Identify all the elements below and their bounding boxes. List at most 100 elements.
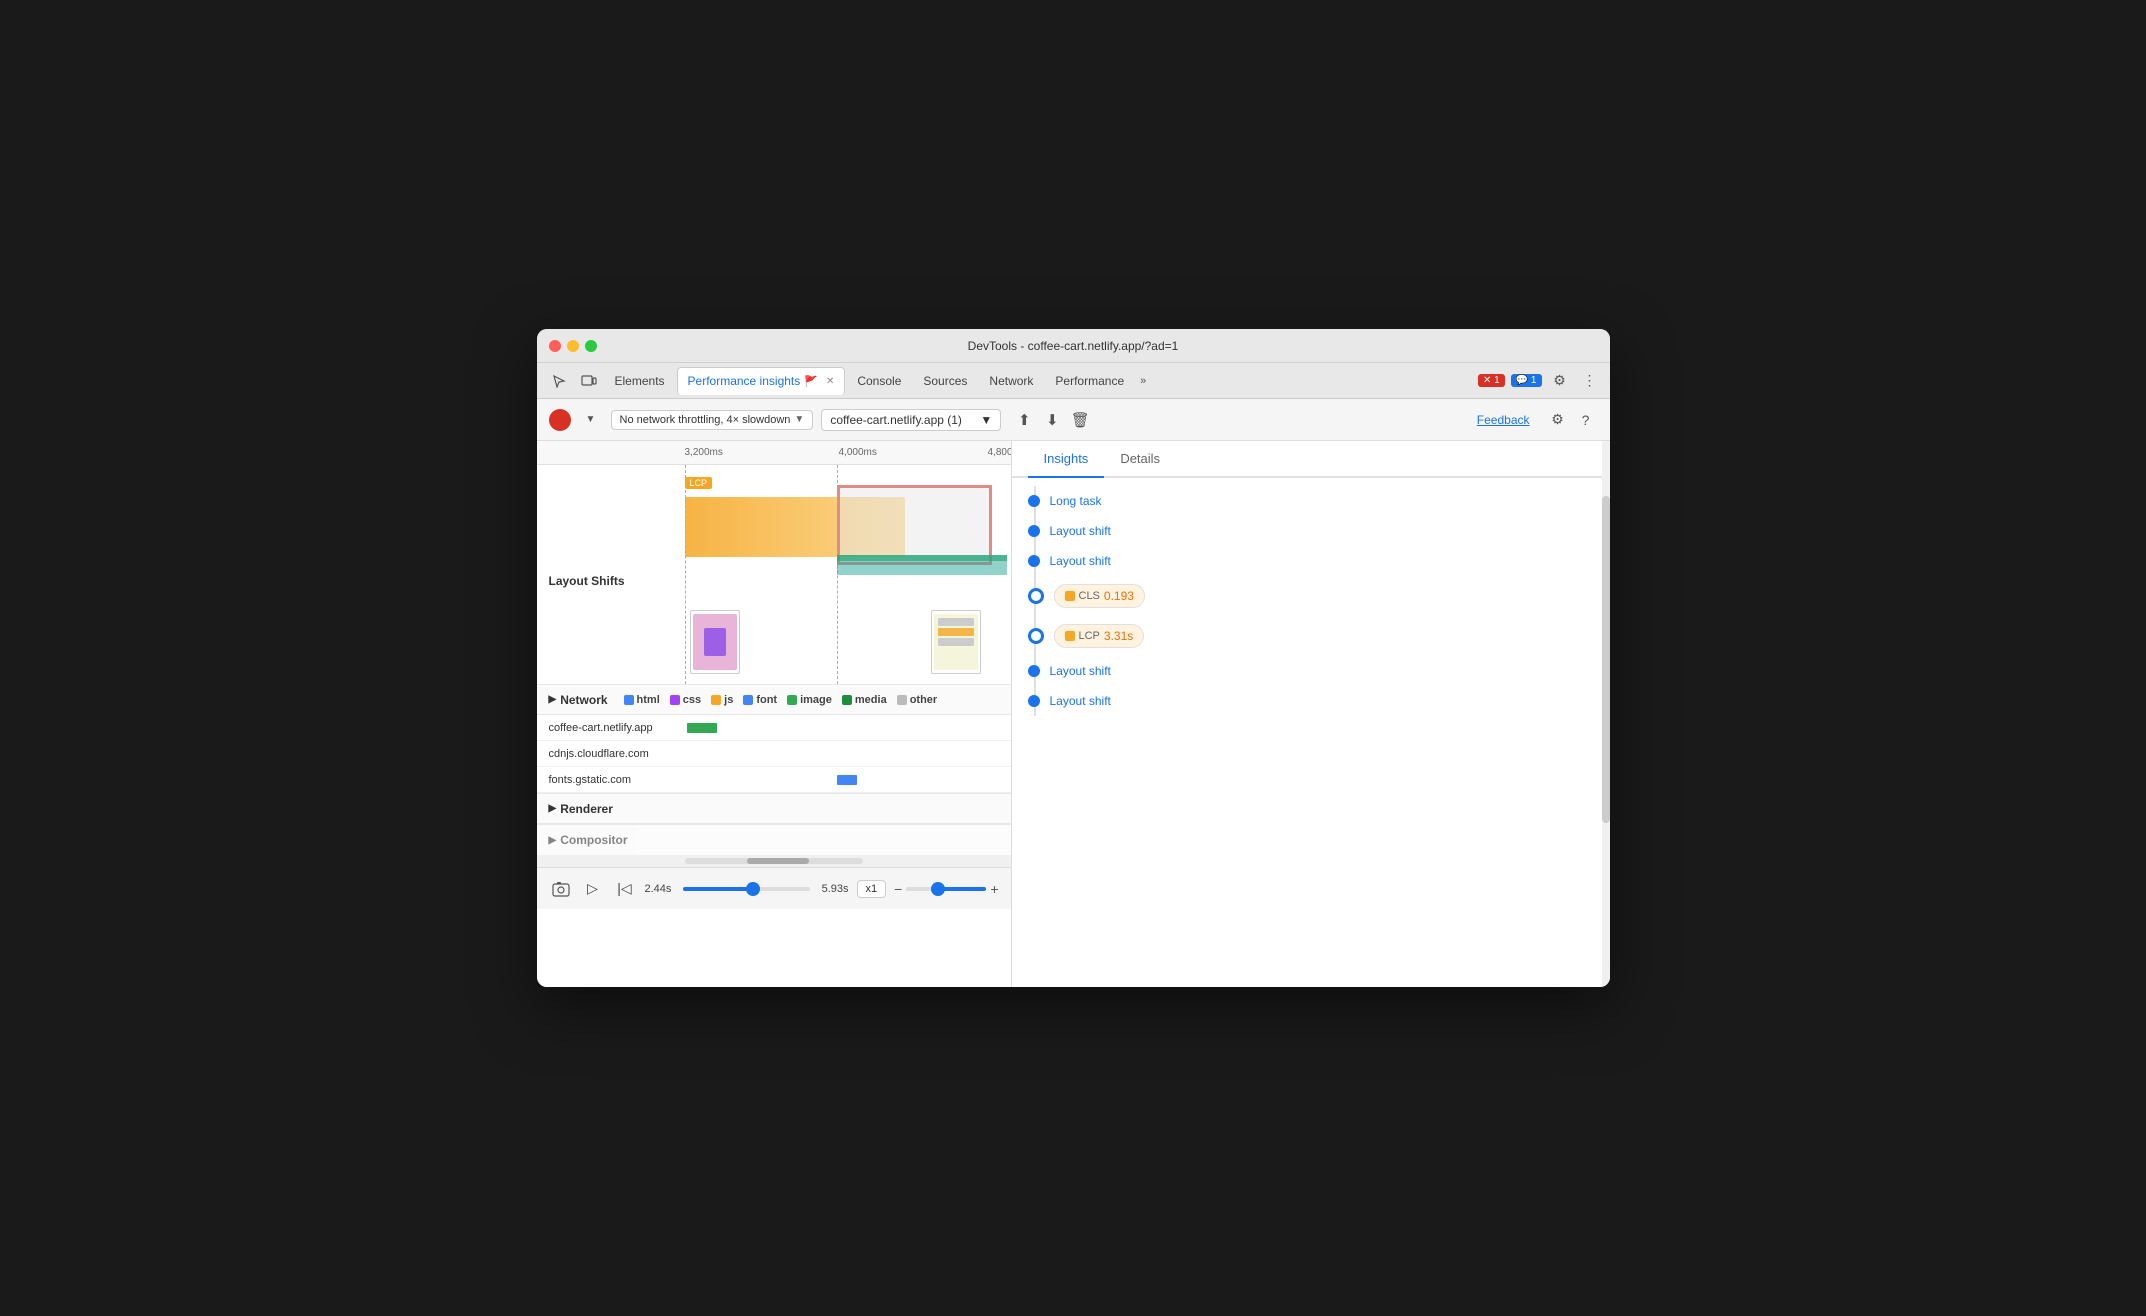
play-icon[interactable]: ▷ [581, 877, 605, 901]
tab-performance-insights[interactable]: Performance insights 🚩 ✕ [677, 367, 846, 395]
toolbar-right-icons: ⚙ ? [1546, 408, 1598, 432]
net-row-2: cdnjs.cloudflare.com [537, 741, 1011, 767]
record-button[interactable] [549, 409, 571, 431]
zoom-slider-track[interactable] [906, 887, 986, 891]
legend-other: other [897, 694, 938, 706]
chevron-down-icon: ▼ [794, 414, 804, 425]
tab-overflow-button[interactable]: » [1136, 375, 1150, 387]
right-panel: Insights Details Long task [1012, 441, 1610, 987]
lcp-badge[interactable]: LCP 3.31s [1054, 624, 1145, 648]
scrollbar-track[interactable] [685, 858, 863, 864]
toolbar-actions: ⬆ ⬇ 🗑 [1013, 409, 1091, 431]
insight-dot [1028, 555, 1040, 567]
net-bar-blue-1 [837, 775, 857, 785]
close-button[interactable] [549, 340, 561, 352]
settings-icon[interactable]: ⚙ [1548, 369, 1572, 393]
import-icon[interactable]: ⬇ [1041, 409, 1063, 431]
zoom-in-icon[interactable]: + [990, 881, 998, 897]
screenshot-icon[interactable] [549, 877, 573, 901]
more-icon[interactable]: ⋮ [1578, 369, 1602, 393]
playback-controls: ▷ |◁ 2.44s 5.93s x1 − + [537, 867, 1011, 909]
renderer-section-header[interactable]: ▶ Renderer [537, 794, 1011, 824]
devtools-window: DevTools - coffee-cart.netlify.app/?ad=1… [537, 329, 1610, 987]
net-row-track-3 [685, 767, 1011, 792]
cls-value: 0.193 [1104, 589, 1134, 603]
cls-badge[interactable]: CLS 0.193 [1054, 584, 1145, 608]
chevron-down-icon: ▼ [980, 413, 992, 427]
legend-js: js [711, 694, 733, 706]
error-badge[interactable]: ✕ 1 [1478, 374, 1505, 387]
insight-dot [1028, 665, 1040, 677]
legend-html: html [624, 694, 660, 706]
right-scrollbar-thumb[interactable] [1602, 496, 1610, 824]
slider-fill [683, 887, 752, 891]
minimize-button[interactable] [567, 340, 579, 352]
long-task-link[interactable]: Long task [1050, 494, 1102, 508]
net-row-label-2: cdnjs.cloudflare.com [537, 748, 685, 760]
legend-css: css [670, 694, 701, 706]
slider-track[interactable] [683, 887, 809, 891]
skip-start-icon[interactable]: |◁ [613, 877, 637, 901]
layout-shift-4-link[interactable]: Layout shift [1050, 694, 1111, 708]
left-panel: 3,200ms 4,000ms 4,800ms Layout Shifts LC… [537, 441, 1012, 987]
window-title: DevTools - coffee-cart.netlify.app/?ad=1 [968, 339, 1179, 353]
layout-shifts-label: Layout Shifts [537, 562, 685, 588]
message-badge[interactable]: 💬 1 [1511, 374, 1542, 387]
scrollbar-thumb[interactable] [747, 858, 809, 864]
cls-label: CLS [1079, 590, 1100, 602]
layout-shift-1-link[interactable]: Layout shift [1050, 524, 1111, 538]
teal-bar [837, 555, 1007, 575]
start-time-label: 2.44s [645, 883, 672, 895]
layout-shift-2-link[interactable]: Layout shift [1050, 554, 1111, 568]
lcp-dot [1028, 628, 1044, 644]
slider-thumb[interactable] [746, 882, 760, 896]
net-row-track-2 [685, 741, 1011, 766]
tab-insights[interactable]: Insights [1028, 441, 1105, 478]
settings-gear-icon[interactable]: ⚙ [1546, 408, 1570, 432]
zoom-controls: − + [894, 881, 998, 897]
net-bar-green-1 [687, 723, 717, 733]
maximize-button[interactable] [585, 340, 597, 352]
cursor-icon[interactable] [545, 367, 573, 395]
lcp-label: LCP [1079, 630, 1100, 642]
device-icon[interactable] [575, 367, 603, 395]
tab-performance[interactable]: Performance [1045, 367, 1134, 395]
feedback-link[interactable]: Feedback [1477, 413, 1530, 427]
renderer-section: ▶ Renderer [537, 794, 1011, 825]
legend-media: media [842, 694, 887, 706]
tab-network[interactable]: Network [979, 367, 1043, 395]
export-icon[interactable]: ⬆ [1013, 409, 1035, 431]
record-arrow-icon[interactable]: ▼ [579, 408, 603, 432]
time-ruler: 3,200ms 4,000ms 4,800ms [537, 441, 1011, 465]
net-row-label-1: coffee-cart.netlify.app [537, 722, 685, 734]
legend-font: font [743, 694, 777, 706]
lcp-value: 3.31s [1104, 629, 1133, 643]
help-icon[interactable]: ? [1574, 408, 1598, 432]
bottom-scrollbar[interactable] [537, 855, 1011, 867]
tab-sources[interactable]: Sources [913, 367, 977, 395]
tab-console[interactable]: Console [847, 367, 911, 395]
tab-close-icon[interactable]: ✕ [826, 376, 834, 387]
zoom-slider-thumb[interactable] [931, 882, 945, 896]
speed-button[interactable]: x1 [857, 880, 887, 898]
playback-slider[interactable] [683, 887, 809, 891]
layout-shift-3-link[interactable]: Layout shift [1050, 664, 1111, 678]
tab-bar: Elements Performance insights 🚩 ✕ Consol… [537, 363, 1610, 399]
compositor-section-header[interactable]: ▶ Compositor [537, 825, 1011, 855]
tab-elements[interactable]: Elements [605, 367, 675, 395]
network-section-header[interactable]: ▶ Network html css [537, 685, 1011, 715]
right-panel-scrollbar[interactable] [1602, 441, 1610, 987]
layout-shifts-row: Layout Shifts LCP [537, 465, 1011, 685]
tab-details[interactable]: Details [1104, 441, 1176, 478]
delete-icon[interactable]: 🗑 [1069, 409, 1091, 431]
url-dropdown[interactable]: coffee-cart.netlify.app (1) ▼ [821, 409, 1001, 431]
network-legend: html css js font [624, 694, 938, 706]
cls-badge-icon [1065, 591, 1075, 601]
time-marker-4800: 4,800ms [988, 447, 1012, 458]
zoom-out-icon[interactable]: − [894, 881, 902, 897]
compositor-expand-icon: ▶ [549, 835, 557, 846]
lcp-badge-icon [1065, 631, 1075, 641]
throttle-dropdown[interactable]: No network throttling, 4× slowdown ▼ [611, 410, 814, 430]
insight-dot [1028, 495, 1040, 507]
insight-layout-shift-1: Layout shift [1028, 516, 1594, 546]
